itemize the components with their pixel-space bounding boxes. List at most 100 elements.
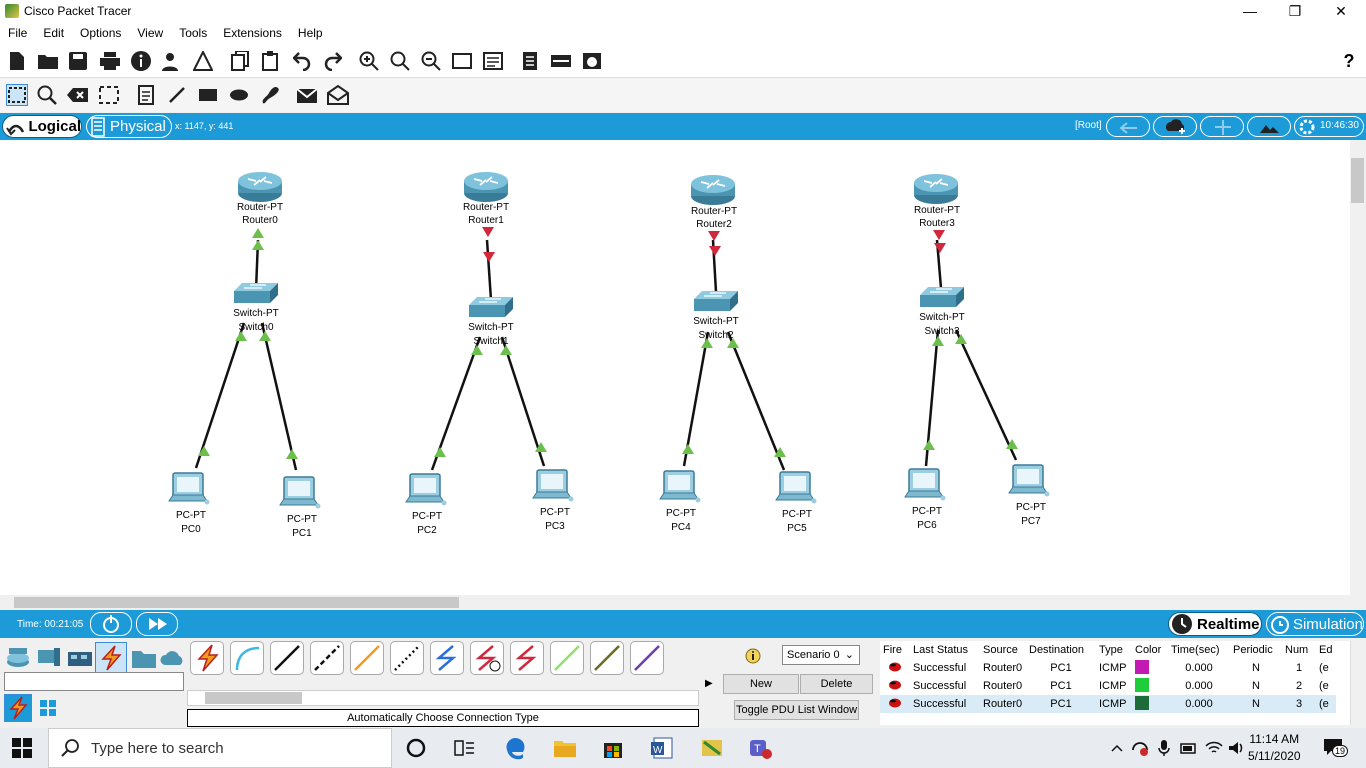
collapse-arrow-icon[interactable]: ▶ (705, 678, 713, 689)
pc-2[interactable]: PC-PT PC2 (405, 473, 448, 536)
power-cycle-button[interactable] (90, 612, 132, 636)
fast-forward-button[interactable] (136, 612, 178, 636)
tab-physical[interactable]: Physical (86, 115, 172, 138)
fiber-icon[interactable] (350, 641, 384, 675)
vertical-scrollbar[interactable] (1350, 140, 1366, 595)
octal-cable-icon[interactable] (550, 641, 584, 675)
wifi-icon[interactable] (1205, 740, 1223, 756)
minimize-button[interactable]: — (1227, 0, 1273, 22)
pc-3[interactable]: PC-PT PC3 (532, 469, 575, 532)
custom-devices-icon[interactable] (482, 50, 504, 72)
network-status-icon[interactable] (1131, 740, 1149, 756)
open-folder-icon[interactable] (37, 50, 59, 72)
draw-rectangle-icon[interactable] (197, 84, 219, 106)
select-icon[interactable] (6, 84, 28, 106)
menu-tools[interactable]: Tools (171, 26, 215, 40)
scenario-select[interactable]: Scenario 0 ⌄ (782, 645, 860, 665)
taskbar-clock[interactable]: 11:14 AM 5/11/2020 (1248, 731, 1301, 765)
save-icon[interactable] (67, 50, 89, 72)
draw-ellipse-icon[interactable] (228, 84, 250, 106)
link-switch3-pc7[interactable] (954, 329, 1018, 461)
help-icon[interactable]: ? (1338, 50, 1360, 72)
restore-button[interactable]: ❐ (1272, 0, 1318, 22)
move-object-button[interactable] (1200, 116, 1244, 137)
components-icon[interactable] (66, 644, 94, 672)
background-image-button[interactable] (1247, 116, 1291, 137)
coaxial-cable-icon[interactable] (430, 641, 464, 675)
table-row[interactable]: Successful Router0 PC1 ICMP 0.000 N 1 (e (880, 659, 1336, 677)
switch-3[interactable]: Switch-PT Switch3 (919, 286, 965, 337)
delete-scenario-button[interactable]: Delete (800, 674, 873, 694)
vertical-scroll-thumb[interactable] (1351, 158, 1364, 203)
connection-subtype-icon[interactable] (4, 694, 32, 722)
copper-cross-over-icon[interactable] (310, 641, 344, 675)
add-complex-pdu-icon[interactable] (327, 84, 349, 106)
phone-cable-icon[interactable] (390, 641, 424, 675)
column-header[interactable]: Destination (1026, 641, 1096, 659)
task-view-icon[interactable] (452, 736, 476, 760)
usb-cable-icon[interactable] (630, 641, 664, 675)
notes-icon[interactable] (519, 50, 541, 72)
column-header[interactable]: Last Status (910, 641, 980, 659)
back-button[interactable] (1106, 116, 1150, 137)
link-switch2-pc5[interactable] (726, 331, 786, 471)
microsoft-store-icon[interactable] (601, 736, 625, 760)
copy-icon[interactable] (229, 50, 251, 72)
edge-browser-icon[interactable] (503, 736, 527, 760)
taskbar-search-box[interactable]: Type here to search (48, 728, 392, 768)
zoom-reset-icon[interactable] (389, 50, 411, 72)
windows-start-icon[interactable] (12, 738, 32, 758)
device-search-input[interactable] (4, 672, 184, 691)
connections-category-icon[interactable] (95, 642, 127, 674)
menu-view[interactable]: View (129, 26, 171, 40)
cluster-button[interactable] (1153, 116, 1197, 137)
toggle-pdu-list-button[interactable]: Toggle PDU List Window (734, 700, 859, 720)
new-scenario-button[interactable]: New (723, 674, 799, 694)
inspect-icon[interactable] (36, 84, 58, 106)
serial-dte-icon[interactable] (510, 641, 544, 675)
teams-icon[interactable]: T (748, 736, 772, 760)
network-info-icon[interactable] (161, 50, 183, 72)
battery-icon[interactable] (1180, 740, 1198, 756)
router-3[interactable]: Router-PT Router3 (913, 173, 960, 229)
link-switch0-pc0[interactable] (194, 322, 246, 469)
console-cable-icon[interactable] (230, 641, 264, 675)
table-row[interactable]: Successful Router0 PC1 ICMP 0.000 N 3 (e (880, 695, 1336, 713)
menu-options[interactable]: Options (72, 26, 129, 40)
logical-workspace[interactable]: Router-PT Router0 Router-PT Router1 Rout… (0, 140, 1350, 595)
miscellaneous-icon[interactable] (130, 644, 158, 672)
web-view-icon[interactable] (581, 50, 603, 72)
switch-2[interactable]: Switch-PT Switch2 (693, 290, 739, 341)
switch-1[interactable]: Switch-PT Switch1 (468, 296, 514, 347)
edit-cell[interactable]: (e (1316, 677, 1336, 695)
edit-cell[interactable]: (e (1316, 659, 1336, 677)
new-file-icon[interactable] (6, 50, 28, 72)
table-row[interactable]: Successful Router0 PC1 ICMP 0.000 N 2 (e (880, 677, 1336, 695)
root-breadcrumb[interactable]: [Root] (1075, 120, 1102, 131)
fire-indicator-icon[interactable] (888, 662, 902, 672)
router-2[interactable]: Router-PT Router2 (690, 174, 737, 230)
iot-custom-cable-icon[interactable] (590, 641, 624, 675)
grid-view-icon[interactable] (36, 696, 60, 720)
link-switch0-pc1[interactable] (260, 322, 298, 471)
pc-4[interactable]: PC-PT PC4 (659, 470, 702, 533)
column-header[interactable]: Type (1096, 641, 1132, 659)
info-icon[interactable] (745, 648, 761, 664)
edit-cell[interactable]: (e (1316, 695, 1336, 713)
pc-7[interactable]: PC-PT PC7 (1008, 464, 1051, 527)
link-switch1-pc3[interactable] (500, 336, 546, 467)
tab-logical[interactable]: Logical (2, 115, 82, 138)
show-hidden-icons-chevron-icon[interactable] (1110, 742, 1124, 754)
connections-scroll-thumb[interactable] (205, 692, 302, 704)
menu-edit[interactable]: Edit (35, 26, 72, 40)
simulation-mode-button[interactable]: Simulation (1266, 612, 1364, 636)
add-simple-pdu-icon[interactable] (296, 84, 318, 106)
network-devices-icon[interactable] (4, 644, 32, 672)
cortana-icon[interactable] (404, 736, 428, 760)
column-header[interactable]: Ed (1316, 641, 1336, 659)
column-header[interactable]: Fire (880, 641, 910, 659)
pdu-list-scrollbar[interactable] (1350, 641, 1366, 725)
copper-straight-through-icon[interactable] (270, 641, 304, 675)
ipc-icon[interactable] (550, 50, 572, 72)
freeform-icon[interactable] (259, 84, 281, 106)
